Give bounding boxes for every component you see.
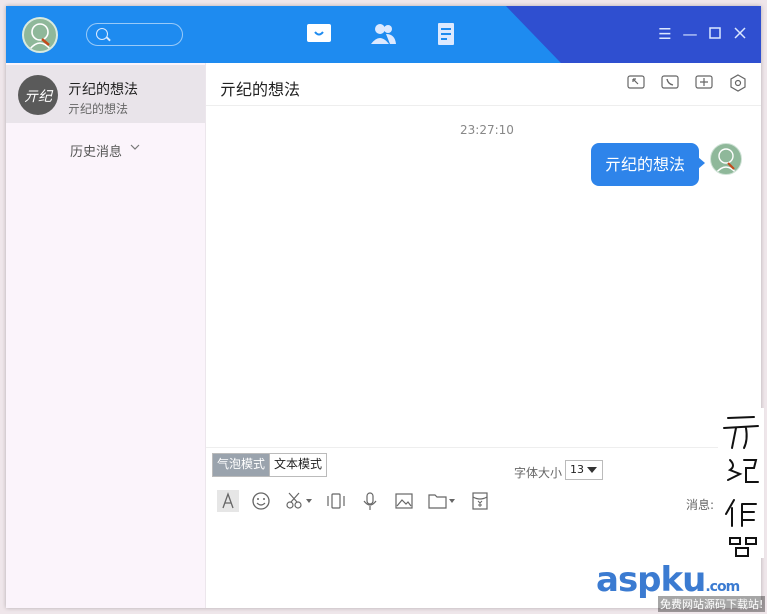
sender-avatar[interactable] [710,143,742,175]
contact-name: 亓纪的想法 [68,82,138,98]
notes-icon[interactable] [432,20,462,48]
title-bar: ☰ — [6,6,761,63]
watermark-domain: .com [705,579,740,595]
font-icon[interactable] [217,490,239,512]
signature-image [718,408,764,558]
chat-title: 亓纪的想法 [220,80,301,99]
watermark-brand: aspku [596,560,706,600]
text-mode-button[interactable]: 文本模式 [269,454,327,476]
shake-icon[interactable] [325,490,347,512]
phone-icon[interactable] [661,74,679,92]
image-icon[interactable] [393,490,415,512]
search-input[interactable] [86,23,183,46]
chat-window: ☰ — 亓纪 亓纪的想法 亓纪的想法 历史消息 亓纪的想法 23:27:10 亓… [6,6,761,608]
bubble-mode-button[interactable]: 气泡模式 [213,454,270,476]
redpacket-icon[interactable] [469,490,491,512]
contact-item[interactable]: 亓纪 亓纪的想法 亓纪的想法 [6,65,205,123]
contact-avatar: 亓纪 [18,75,58,115]
font-size-select[interactable]: 13 [565,460,603,480]
share-screen-icon[interactable] [627,74,645,92]
user-avatar[interactable] [22,17,58,53]
chat-panel: 亓纪的想法 23:27:10 亓纪的想法 气泡模式 文本模式 字体大小 13 消… [206,63,761,608]
sidebar: 亓纪 亓纪的想法 亓纪的想法 历史消息 [6,63,206,608]
minimize-icon[interactable]: — [682,26,698,42]
svg-text:亓纪: 亓纪 [24,89,54,105]
microphone-icon[interactable] [359,490,381,512]
settings-icon[interactable] [729,74,747,92]
watermark-logo: aspku.com 免费网站源码下载站! [596,560,766,614]
mode-switch: 气泡模式 文本模式 [212,453,328,477]
emoji-icon[interactable] [250,490,272,512]
header-divider [206,105,761,106]
messages-icon[interactable] [304,20,334,48]
search-icon [96,28,108,40]
menu-icon[interactable]: ☰ [657,26,673,42]
message-timestamp: 23:27:10 [460,123,514,137]
font-size-label: 字体大小 [514,466,563,480]
contacts-icon[interactable] [368,20,398,48]
send-hint: 消息: [686,498,715,512]
close-icon[interactable] [732,26,748,42]
folder-icon[interactable] [427,490,457,512]
scissors-icon[interactable] [284,490,314,512]
add-icon[interactable] [695,74,713,92]
history-messages-link[interactable]: 历史消息 [70,141,122,160]
contact-preview: 亓纪的想法 [68,102,129,116]
chevron-down-icon[interactable] [130,142,140,152]
message-bubble[interactable]: 亓纪的想法 [591,143,705,186]
watermark-tagline: 免费网站源码下载站! [658,596,766,612]
input-divider [206,447,761,448]
maximize-icon[interactable] [707,26,723,42]
